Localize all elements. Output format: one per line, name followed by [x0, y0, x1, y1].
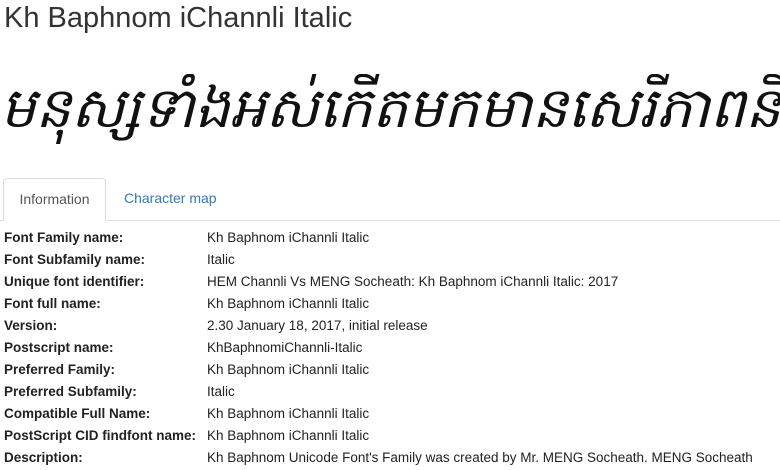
tab-information[interactable]: Information — [3, 178, 106, 221]
info-key: Description: — [4, 449, 83, 465]
info-key: Postscript name: — [4, 339, 114, 355]
page-title: Kh Baphnom iChannli Italic — [4, 2, 353, 34]
info-key: Unique font identifier: — [4, 273, 145, 289]
font-sample-text: មនុស្សទាំងអស់កើតមកមានសេរីភាពនិងស — [0, 76, 780, 141]
info-key: PostScript CID findfont name: — [4, 427, 196, 443]
tab-character-map[interactable]: Character map — [108, 178, 233, 219]
table-row: Font full name: Kh Baphnom iChannli Ital… — [0, 292, 753, 314]
info-key: Preferred Subfamily: — [4, 383, 137, 399]
table-row: Description: Kh Baphnom Unicode Font's F… — [0, 446, 753, 468]
table-row: Font Family name: Kh Baphnom iChannli It… — [0, 226, 753, 248]
info-key: Compatible Full Name: — [4, 405, 151, 421]
info-key: Version: — [4, 317, 58, 333]
info-value: 2.30 January 18, 2017, initial release — [207, 317, 428, 333]
tab-bar: Information Character map — [0, 178, 780, 221]
info-key: Font Family name: — [4, 229, 124, 245]
info-key: Preferred Family: — [4, 361, 116, 377]
info-value: Kh Baphnom iChannli Italic — [207, 427, 370, 443]
info-value: Kh Baphnom iChannli Italic — [207, 405, 370, 421]
info-value: Kh Baphnom iChannli Italic — [207, 229, 370, 245]
table-row: Postscript name: KhBaphnomiChannli-Itali… — [0, 336, 753, 358]
table-row: PostScript CID findfont name: Kh Baphnom… — [0, 424, 753, 446]
info-value: Italic — [207, 383, 235, 399]
info-value: HEM Channli Vs MENG Socheath: Kh Baphnom… — [207, 273, 619, 289]
info-value: Kh Baphnom iChannli Italic — [207, 361, 370, 377]
table-row: Unique font identifier: HEM Channli Vs M… — [0, 270, 753, 292]
info-value: Italic — [207, 251, 235, 267]
table-row: Font Subfamily name: Italic — [0, 248, 753, 270]
table-row: Compatible Full Name: Kh Baphnom iChannl… — [0, 402, 753, 424]
info-key: Font full name: — [4, 295, 101, 311]
table-row: Preferred Subfamily: Italic — [0, 380, 753, 402]
info-value: Kh Baphnom iChannli Italic — [207, 295, 370, 311]
font-info-table: Font Family name: Kh Baphnom iChannli It… — [0, 226, 753, 468]
table-row: Version: 2.30 January 18, 2017, initial … — [0, 314, 753, 336]
info-value: Kh Baphnom Unicode Font's Family was cre… — [207, 449, 753, 465]
info-key: Font Subfamily name: — [4, 251, 146, 267]
info-value: KhBaphnomiChannli-Italic — [207, 339, 363, 355]
table-row: Preferred Family: Kh Baphnom iChannli It… — [0, 358, 753, 380]
